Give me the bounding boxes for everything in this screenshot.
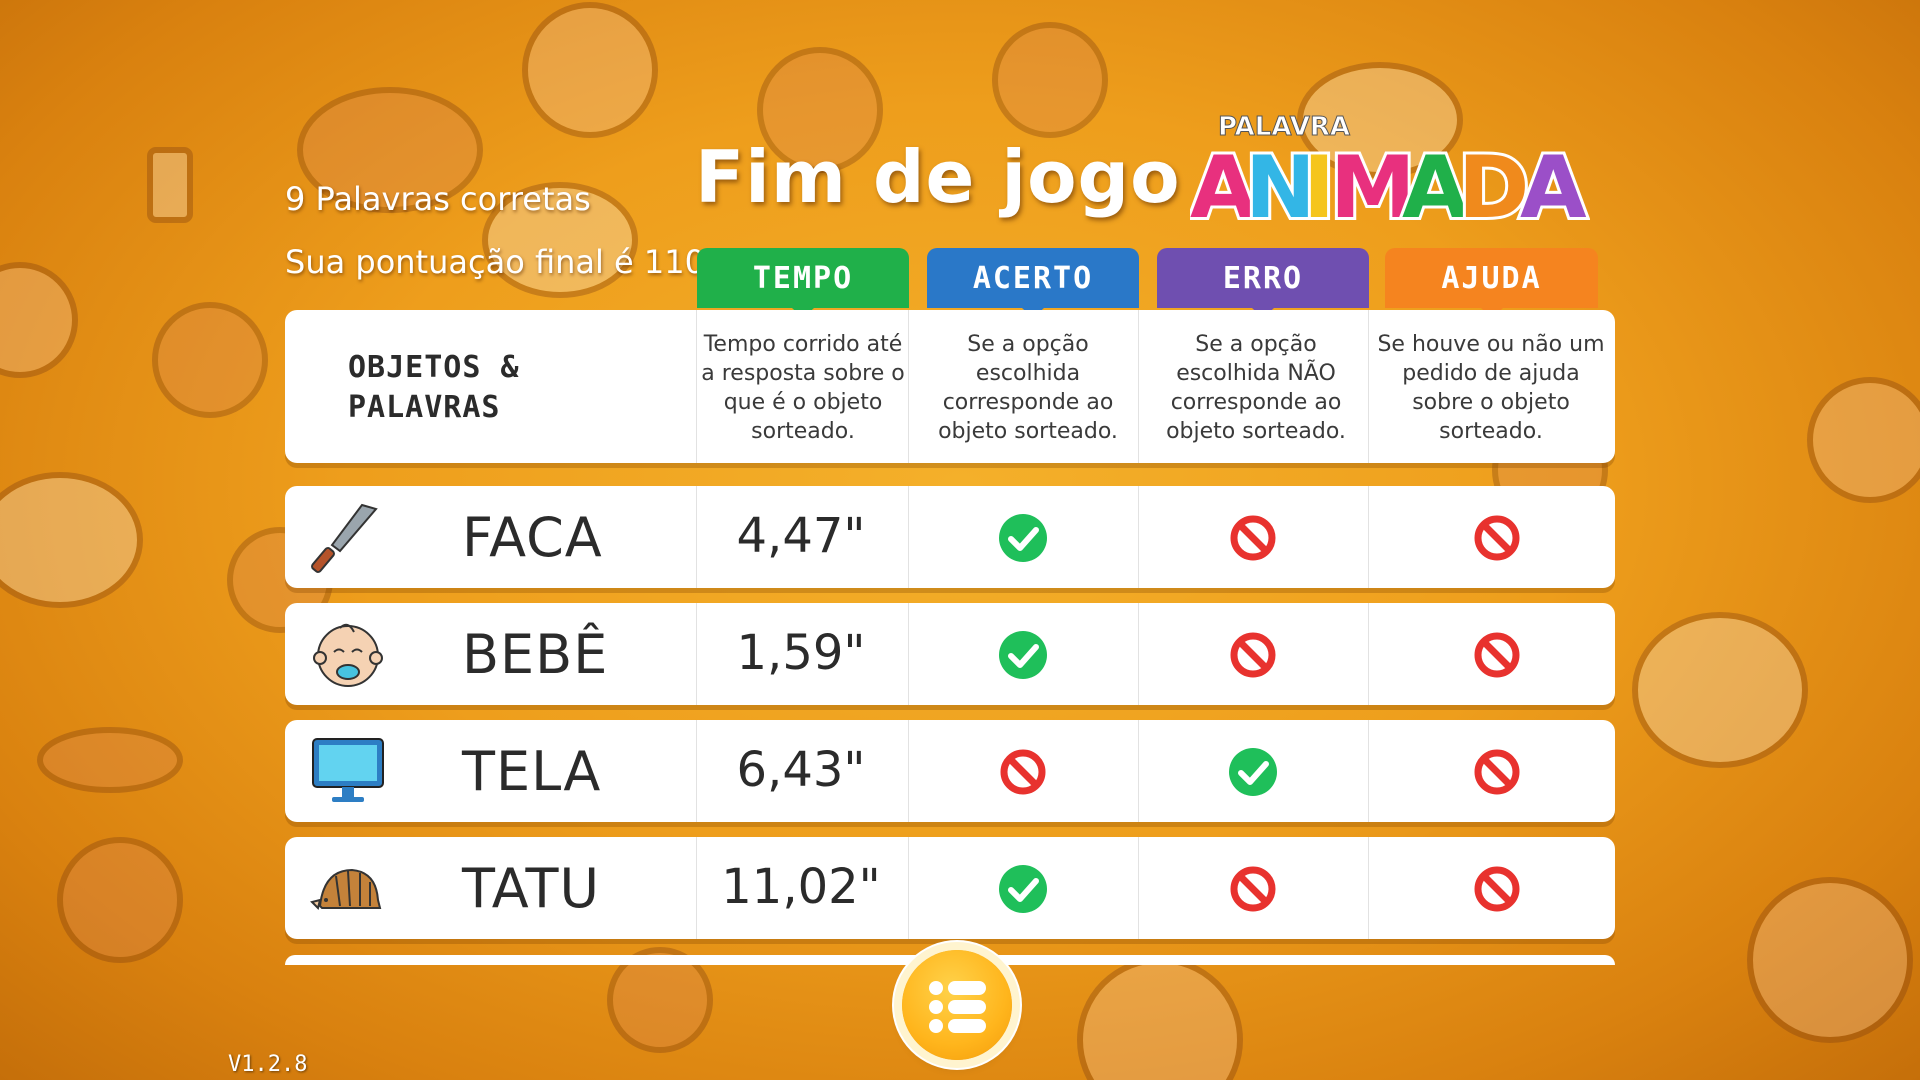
knife-icon bbox=[310, 499, 386, 575]
ajuda-no-icon bbox=[1472, 864, 1522, 914]
correct-words-count: 9 Palavras corretas bbox=[285, 180, 591, 218]
header-title: OBJETOS & PALAVRAS bbox=[348, 348, 520, 428]
column-divider bbox=[1138, 603, 1139, 705]
version-label: V1.2.8 bbox=[228, 1052, 308, 1077]
acerto-description: Se a opção escolhida corresponde ao obje… bbox=[938, 332, 1118, 444]
tab-acerto: ACERTO bbox=[927, 248, 1139, 318]
tab-erro: ERRO bbox=[1157, 248, 1369, 318]
header-title-line1: OBJETOS & bbox=[348, 350, 520, 385]
tab-erro-label: ERRO bbox=[1222, 260, 1304, 296]
object-word: BEBÊ bbox=[462, 623, 609, 686]
erro-no-icon bbox=[1228, 513, 1278, 563]
column-divider bbox=[908, 720, 909, 822]
column-divider bbox=[1138, 486, 1139, 588]
object-word: TATU bbox=[462, 857, 601, 920]
monitor-icon bbox=[310, 733, 386, 809]
header-title-line2: PALAVRAS bbox=[348, 390, 501, 425]
tab-tempo: TEMPO bbox=[697, 248, 909, 318]
column-divider bbox=[1368, 837, 1369, 939]
tempo-description: Tempo corrido até a resposta sobre o que… bbox=[701, 332, 905, 444]
ajuda-no-icon bbox=[1472, 747, 1522, 797]
object-word: FACA bbox=[462, 506, 603, 569]
ajuda-no-icon bbox=[1472, 630, 1522, 680]
list-menu-icon bbox=[929, 981, 986, 1033]
acerto-no-icon bbox=[998, 747, 1048, 797]
column-divider bbox=[1368, 486, 1369, 588]
table-row: TELA 6,43" bbox=[285, 720, 1615, 822]
response-time: 4,47" bbox=[736, 508, 866, 564]
column-divider bbox=[1368, 720, 1369, 822]
table-header: OBJETOS & PALAVRAS Tempo corrido até a r… bbox=[285, 310, 1615, 463]
response-time: 6,43" bbox=[736, 742, 866, 798]
tab-ajuda: AJUDA bbox=[1385, 248, 1598, 318]
column-divider bbox=[908, 603, 909, 705]
tab-tempo-label: TEMPO bbox=[752, 260, 854, 296]
erro-no-icon bbox=[1228, 864, 1278, 914]
acerto-check-icon bbox=[998, 513, 1048, 563]
table-row: FACA 4,47" bbox=[285, 486, 1615, 588]
tab-acerto-label: ACERTO bbox=[972, 260, 1094, 296]
table-row: TATU 11,02" bbox=[285, 837, 1615, 939]
column-divider bbox=[1368, 603, 1369, 705]
erro-description: Se a opção escolhida NÃO corresponde ao … bbox=[1166, 332, 1346, 444]
armadillo-icon bbox=[310, 850, 386, 926]
ajuda-description: Se houve ou não um pedido de ajuda sobre… bbox=[1377, 332, 1605, 444]
game-logo: PALAVRA A N I M A D A bbox=[1190, 112, 1590, 236]
column-divider bbox=[908, 486, 909, 588]
baby-icon bbox=[310, 616, 386, 692]
column-divider bbox=[1138, 720, 1139, 822]
acerto-check-icon bbox=[998, 864, 1048, 914]
table-row: BEBÊ 1,59" bbox=[285, 603, 1615, 705]
tab-ajuda-label: AJUDA bbox=[1441, 260, 1542, 296]
erro-check-icon bbox=[1228, 747, 1278, 797]
response-time: 11,02" bbox=[721, 859, 881, 915]
erro-no-icon bbox=[1228, 630, 1278, 680]
ajuda-no-icon bbox=[1472, 513, 1522, 563]
svg-text:D: D bbox=[1458, 138, 1529, 235]
column-divider bbox=[1138, 837, 1139, 939]
svg-text:A: A bbox=[1520, 138, 1587, 235]
acerto-check-icon bbox=[998, 630, 1048, 680]
column-divider bbox=[908, 837, 909, 939]
object-word: TELA bbox=[462, 740, 602, 803]
menu-button[interactable] bbox=[902, 950, 1012, 1060]
final-score: Sua pontuação final é 110 bbox=[285, 243, 705, 281]
response-time: 1,59" bbox=[736, 625, 866, 681]
page-title: Fim de jogo bbox=[695, 135, 1181, 219]
